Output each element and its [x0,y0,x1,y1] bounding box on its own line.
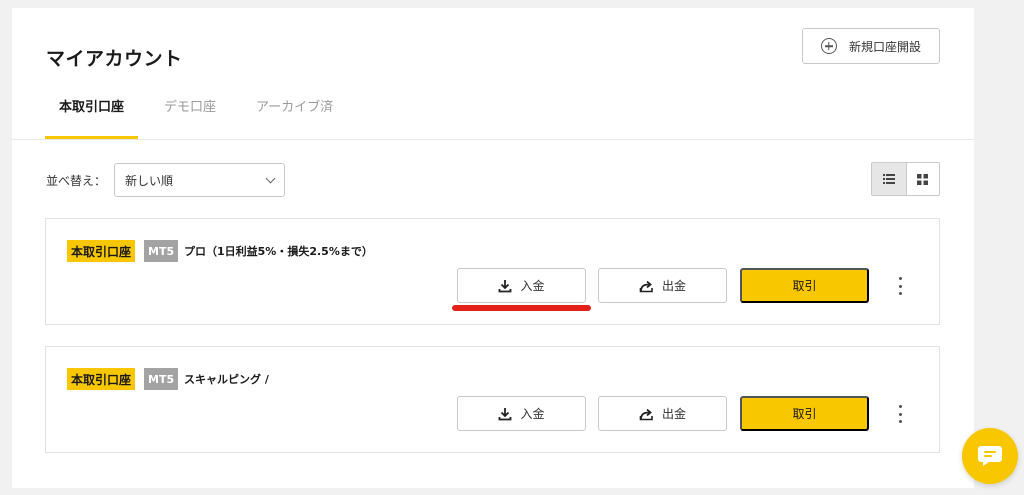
deposit-button[interactable]: 入金 [457,268,586,303]
list-icon [882,174,895,184]
chevron-down-icon [265,173,276,183]
more-options-icon[interactable] [894,403,906,425]
highlight-underline [452,305,591,311]
tab-divider [12,139,974,140]
withdraw-label: 出金 [661,407,686,421]
sort-label: 並べ替え： [46,174,107,188]
account-card: 本取引口座 MT5 プロ（1日利益5%・損失2.5%まで） 入金 出金 取引 [45,218,940,325]
deposit-label: 入金 [520,407,545,421]
list-view-button[interactable] [872,163,906,195]
deposit-label: 入金 [520,279,545,293]
account-name: プロ（1日利益5%・損失2.5%まで） [184,245,373,258]
account-card: 本取引口座 MT5 スキャルピング / 入金 出金 取引 [45,346,940,453]
tab-real-accounts[interactable]: 本取引口座 [45,90,139,140]
platform-badge: MT5 [144,240,179,262]
tab-demo-accounts[interactable]: デモ口座 [150,90,230,140]
sort-selected-value: 新しい順 [125,173,174,188]
grid-view-button[interactable] [905,163,940,195]
sort-select[interactable]: 新しい順 [114,163,285,197]
share-upload-icon [639,408,653,420]
chat-icon [978,446,1002,466]
account-name: スキャルピング / [184,373,269,386]
view-toggle [871,162,940,196]
account-type-badge: 本取引口座 [67,240,136,262]
account-tabs: 本取引口座 デモ口座 アーカイブ済 [45,90,359,140]
trade-button[interactable]: 取引 [740,268,869,303]
new-account-label: 新規口座開設 [848,39,921,54]
share-upload-icon [639,280,653,292]
download-icon [499,407,512,420]
download-icon [499,279,512,292]
new-account-button[interactable]: 新規口座開設 [802,28,940,64]
account-type-badge: 本取引口座 [67,368,136,390]
grid-icon [917,173,929,185]
platform-badge: MT5 [144,368,179,390]
withdraw-label: 出金 [661,279,686,293]
plus-circle-icon [820,38,837,54]
more-options-icon[interactable] [894,275,906,297]
withdraw-button[interactable]: 出金 [598,396,727,431]
tab-archived[interactable]: アーカイブ済 [242,90,347,140]
trade-button[interactable]: 取引 [740,396,869,431]
deposit-button[interactable]: 入金 [457,396,586,431]
accounts-panel: マイアカウント 新規口座開設 本取引口座 デモ口座 アーカイブ済 並べ替え： 新… [12,8,974,488]
withdraw-button[interactable]: 出金 [598,268,727,303]
page-title: マイアカウント [46,48,183,70]
chat-support-button[interactable] [962,428,1018,484]
